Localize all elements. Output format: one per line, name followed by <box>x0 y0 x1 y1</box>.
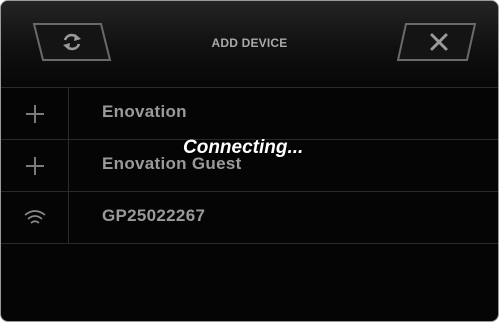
device-name: Enovation <box>102 102 187 121</box>
wifi-icon <box>1 192 68 244</box>
plus-icon <box>1 140 68 192</box>
device-row[interactable]: Enovation <box>1 88 498 140</box>
header-bar: ADD DEVICE <box>1 1 498 87</box>
close-button[interactable] <box>397 22 481 62</box>
icon-column-divider <box>68 87 69 243</box>
connecting-status: Connecting... <box>183 137 304 158</box>
device-row[interactable]: GP25022267 <box>1 192 498 244</box>
device-name: GP25022267 <box>102 206 206 225</box>
row-divider <box>1 243 498 244</box>
plus-icon <box>1 88 68 140</box>
add-device-screen: ADD DEVICE Enovation Enovation Guest GP2… <box>0 0 499 322</box>
